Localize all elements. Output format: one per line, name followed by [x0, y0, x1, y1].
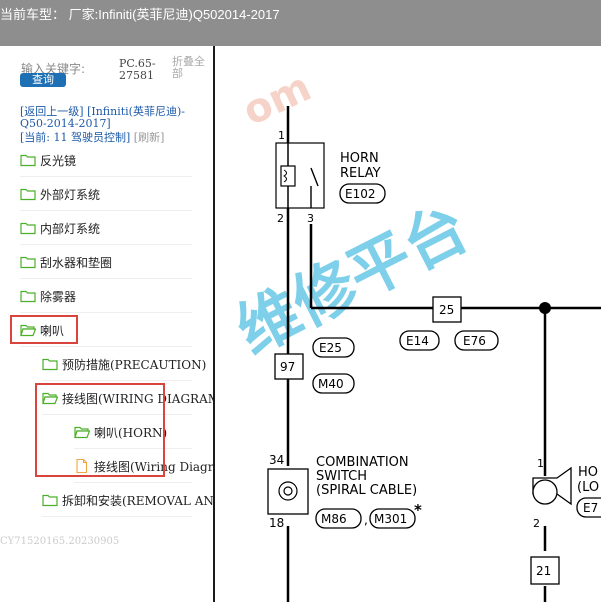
tree-item[interactable]: 预防措施(PRECAUTION): [42, 354, 206, 374]
tree-separator: [20, 176, 192, 177]
serial-number: CY71520165.20230905: [0, 536, 120, 547]
folder-icon: [42, 357, 58, 371]
window-title: 当前车型： 厂家:Infiniti(英菲尼迪)Q502014-2017: [0, 7, 280, 22]
relay-pin-3: 3: [307, 212, 314, 225]
tree-separator: [20, 244, 192, 245]
splice-point: [539, 302, 551, 314]
switch-label-2: SWITCH: [316, 469, 367, 484]
tree-item-label: 外部灯系统: [40, 187, 101, 202]
connector-e14-label: E14: [406, 334, 429, 348]
tree-separator: [42, 516, 192, 517]
relay-pin-2: 2: [277, 212, 284, 225]
connector-m301-label: M301: [374, 512, 407, 526]
connector-e7-label: E7: [583, 501, 598, 515]
current-name[interactable]: 驾驶员控制]: [71, 131, 130, 144]
junction-21-label: 21: [536, 564, 551, 578]
tree-item[interactable]: 除雾器: [20, 286, 76, 306]
folder-icon: [20, 187, 36, 201]
diagram-svg: om 维修平台 1 2 3 HORN RELAY E102 25 E14 E76: [225, 64, 601, 602]
tree-item[interactable]: 反光镜: [20, 150, 76, 170]
tree-separator: [20, 278, 192, 279]
tree-item[interactable]: 外部灯系统: [20, 184, 100, 204]
connector-e102-label: E102: [345, 187, 376, 201]
connector-m40-label: M40: [318, 377, 344, 391]
pc-code: PC.65-27581: [119, 57, 156, 82]
wiring-diagram: om 维修平台 1 2 3 HORN RELAY E102 25 E14 E76: [215, 46, 601, 602]
horn-label-fragment-2: (LO: [577, 480, 599, 495]
switch-label-3: (SPIRAL CABLE): [316, 483, 417, 498]
combination-switch-box: [267, 468, 309, 515]
highlight-wiring: [35, 383, 165, 477]
switch-pin-34: 34: [269, 453, 284, 467]
tree-separator: [74, 482, 192, 483]
horn-relay-label-2: RELAY: [340, 166, 381, 181]
tree-item-label: 拆卸和安装(REMOVAL AND INSTALLATION): [62, 493, 213, 508]
switch-label: COMBINATION: [316, 455, 409, 470]
connector-e76-label: E76: [463, 334, 486, 348]
connector-e25-label: E25: [319, 341, 342, 355]
watermark-fragment: om: [236, 64, 318, 135]
connector-m86-label: M86: [321, 512, 347, 526]
tree-item-label: 反光镜: [40, 153, 77, 168]
switch-pin-18: 18: [269, 516, 284, 530]
folder-icon: [20, 221, 36, 235]
tree-item-label: 除雾器: [40, 289, 77, 304]
tree-separator: [42, 380, 192, 381]
current-code: 11: [53, 131, 68, 144]
tree-item[interactable]: 刮水器和垫圈: [20, 252, 112, 272]
folder-icon: [42, 493, 58, 507]
folder-icon: [20, 153, 36, 167]
horn-pin-1: 1: [537, 457, 544, 470]
current-prefix: [当前:: [20, 131, 50, 144]
tree-item-label: 预防措施(PRECAUTION): [62, 357, 207, 372]
tree-separator: [20, 346, 192, 347]
back-link[interactable]: [返回上一级] [Infiniti(英菲尼迪)-Q50-2014-2017]: [20, 106, 210, 130]
horn-relay-label: HORN: [340, 151, 379, 166]
tree-item-label: 刮水器和垫圈: [40, 255, 113, 270]
junction-97-label: 97: [280, 360, 295, 374]
star-note: *: [414, 501, 422, 519]
horn-pin-2: 2: [533, 517, 540, 530]
left-panel: 输入关键字: 查询 PC.65-27581 折叠全部 [返回上一级] [Infi…: [0, 46, 213, 602]
folder-icon: [20, 289, 36, 303]
search-button[interactable]: 查询: [20, 73, 66, 87]
current-path: [当前: 11 驾驶员控制] [刷新]: [20, 129, 164, 145]
horn-label-fragment: HO: [578, 465, 598, 480]
junction-25-label: 25: [439, 303, 454, 317]
tree-item[interactable]: 拆卸和安装(REMOVAL AND INSTALLATION): [42, 490, 213, 510]
relay-pin-1: 1: [278, 129, 285, 142]
tree-item[interactable]: 内部灯系统: [20, 218, 100, 238]
tree-separator: [20, 210, 192, 211]
connector-separator: ,: [364, 513, 368, 527]
refresh-link[interactable]: [刷新]: [134, 131, 165, 144]
tree-separator: [20, 312, 192, 313]
highlight-horn: [10, 315, 78, 344]
folder-icon: [20, 255, 36, 269]
collapse-all-link[interactable]: 折叠全部: [172, 56, 212, 80]
title-bar: 当前车型： 厂家:Infiniti(英菲尼迪)Q502014-2017: [0, 0, 601, 46]
tree-item-label: 内部灯系统: [40, 221, 101, 236]
